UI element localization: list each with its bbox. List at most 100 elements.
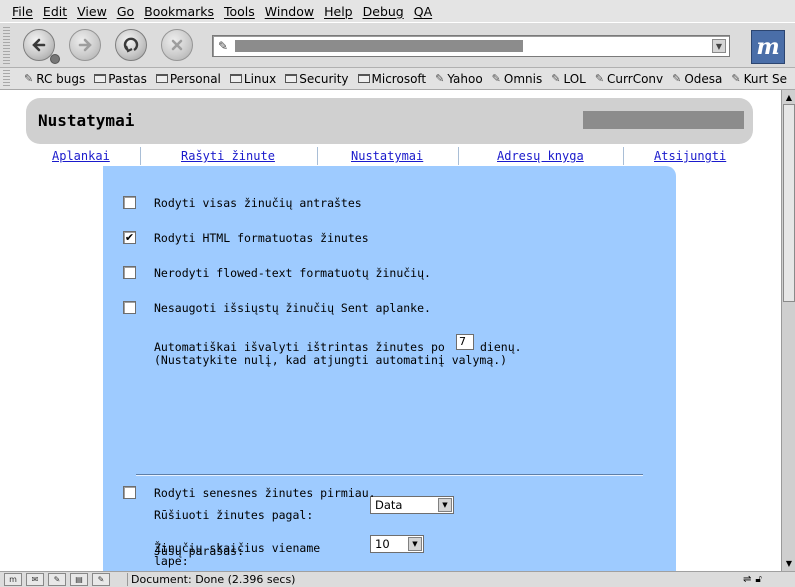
vertical-scrollbar[interactable]: ▲ ▼ [781, 90, 795, 571]
page-content: Nustatymai Aplankai Rašyti žinute Nustat… [0, 90, 781, 571]
mozilla-logo-icon: m [756, 34, 780, 60]
bookmark-kurt-se[interactable]: ✎ Kurt Se [731, 72, 787, 86]
bookmark-lol[interactable]: ✎ LOL [551, 72, 586, 86]
per-page-select[interactable]: 10 ▼ [370, 535, 424, 553]
label-show-html: Rodyti HTML formatuotas žinutes [154, 231, 369, 245]
header-redacted-area [583, 111, 744, 129]
address-book-icon[interactable]: ▤ [70, 573, 88, 586]
select-arrow: ▼ [408, 537, 422, 551]
bookmark-icon: ✎ [672, 72, 682, 85]
menu-edit[interactable]: Edit [43, 4, 67, 19]
status-text: Document: Done (2.396 secs) [131, 573, 296, 586]
menu-tools[interactable]: Tools [224, 4, 255, 19]
security-lock-icon: 🔓︎ [755, 574, 762, 585]
bookmark-folder-personal[interactable]: Personal [155, 72, 221, 86]
bookmark-odesa[interactable]: ✎ Odesa [672, 72, 722, 86]
checkbox-no-save-sent[interactable] [123, 301, 136, 314]
status-bar: m ✉ ✎ ▤ ✎ Document: Done (2.396 secs) ⇌ … [0, 571, 795, 587]
online-status-icon[interactable]: ⇌ [743, 574, 751, 585]
bookmark-rc-bugs[interactable]: ✎ RC bugs [24, 72, 85, 86]
sort-by-value: Data [375, 498, 403, 512]
folder-icon [94, 74, 107, 83]
mail-icon[interactable]: ✉ [26, 573, 44, 586]
menu-go[interactable]: Go [117, 4, 134, 19]
bookmark-folder-linux[interactable]: Linux [229, 72, 276, 86]
label-purge-note: (Nustatykite nulį, kad atjungti automati… [154, 353, 508, 367]
navigation-toolbar: ✎ ▼ m [0, 22, 795, 68]
chevron-down-icon: ▼ [785, 558, 793, 568]
scroll-up-button[interactable]: ▲ [783, 91, 795, 103]
chevron-down-icon: ▼ [442, 501, 448, 509]
reload-button[interactable] [115, 29, 147, 61]
bookmark-omnis[interactable]: ✎ Omnis [492, 72, 543, 86]
reload-icon [123, 37, 139, 53]
chevron-down-icon: ▼ [412, 540, 418, 548]
nav-link-settings[interactable]: Nustatymai [351, 149, 423, 163]
section-divider [136, 474, 643, 476]
bookmarks-grip[interactable] [3, 70, 10, 88]
throbber-logo[interactable]: m [751, 30, 785, 64]
menu-view[interactable]: View [77, 4, 107, 19]
folder-icon [155, 74, 168, 83]
bookmark-folder-pastas[interactable]: Pastas [94, 72, 147, 86]
nav-link-folders[interactable]: Aplankai [52, 149, 110, 163]
nav-separator [623, 147, 624, 165]
stop-icon [171, 39, 183, 51]
nav-link-compose[interactable]: Rašyti žinute [181, 149, 275, 163]
scroll-down-button[interactable]: ▼ [783, 557, 795, 569]
navigator-icon[interactable]: m [4, 573, 22, 586]
per-page-value: 10 [375, 537, 390, 551]
chevron-down-icon: ▼ [715, 41, 723, 51]
label-sort-by: Rūšiuoti žinutes pagal: [154, 508, 314, 522]
menu-bar: File Edit View Go Bookmarks Tools Window… [0, 0, 795, 22]
label-no-save-sent: Nesaugoti išsiųstų žinučių Sent aplanke. [154, 301, 431, 315]
toolbar-grip[interactable] [3, 27, 10, 65]
folder-icon [357, 74, 370, 83]
bookmark-icon: ✎ [731, 72, 741, 85]
url-input[interactable]: ✎ ▼ [212, 35, 730, 57]
purge-days-input[interactable]: 7 [456, 334, 474, 350]
checkbox-show-html[interactable]: ✔ [123, 231, 136, 244]
check-mark-icon: ✔ [124, 231, 135, 244]
page-title: Nustatymai [38, 111, 135, 130]
status-indicators: ⇌ 🔓︎ [743, 573, 793, 586]
forward-arrow-icon [78, 38, 92, 52]
forward-button[interactable] [69, 29, 101, 61]
settings-panel: Rodyti visas žinučių antraštes ✔ Rodyti … [103, 166, 676, 571]
bookmark-icon: ✎ [491, 72, 501, 85]
bookmark-folder-microsoft[interactable]: Microsoft [357, 72, 426, 86]
back-history-dropdown[interactable] [50, 54, 60, 64]
stop-button[interactable] [161, 29, 193, 61]
menu-bookmarks[interactable]: Bookmarks [144, 4, 214, 19]
scroll-thumb[interactable] [783, 104, 795, 302]
label-no-flowed: Nerodyti flowed-text formatuotų žinučių. [154, 266, 431, 280]
mail-nav: Aplankai Rašyti žinute Nustatymai Adresų… [28, 147, 752, 165]
header-panel: Nustatymai [26, 98, 753, 144]
menu-file[interactable]: File [12, 4, 33, 19]
bookmark-folder-security[interactable]: Security [285, 72, 349, 86]
checkbox-show-headers[interactable] [123, 196, 136, 209]
checkbox-no-flowed[interactable] [123, 266, 136, 279]
checkbox-oldest-first[interactable] [123, 486, 136, 499]
sort-by-select[interactable]: Data ▼ [370, 496, 454, 514]
nav-separator [317, 147, 318, 165]
nav-link-address-book[interactable]: Adresų knyga [497, 149, 584, 163]
menu-help[interactable]: Help [324, 4, 353, 19]
bookmark-icon: ✎ [435, 72, 445, 85]
url-text-redacted [235, 40, 523, 52]
chevron-up-icon: ▲ [785, 92, 793, 102]
url-history-dropdown[interactable]: ▼ [712, 39, 726, 53]
irc-chat-icon[interactable]: ✎ [92, 573, 110, 586]
bookmark-currconv[interactable]: ✎ CurrConv [595, 72, 663, 86]
folder-icon [285, 74, 298, 83]
bookmark-icon: ✎ [594, 72, 605, 85]
bookmark-yahoo[interactable]: ✎ Yahoo [435, 72, 483, 86]
nav-link-logout[interactable]: Atsijungti [654, 149, 726, 163]
composer-icon[interactable]: ✎ [48, 573, 66, 586]
menu-window[interactable]: Window [265, 4, 314, 19]
status-divider [127, 573, 128, 586]
select-arrow: ▼ [438, 498, 452, 512]
page-proxy-icon[interactable]: ✎ [218, 39, 228, 53]
menu-debug[interactable]: Debug [363, 4, 404, 19]
menu-qa[interactable]: QA [414, 4, 432, 19]
